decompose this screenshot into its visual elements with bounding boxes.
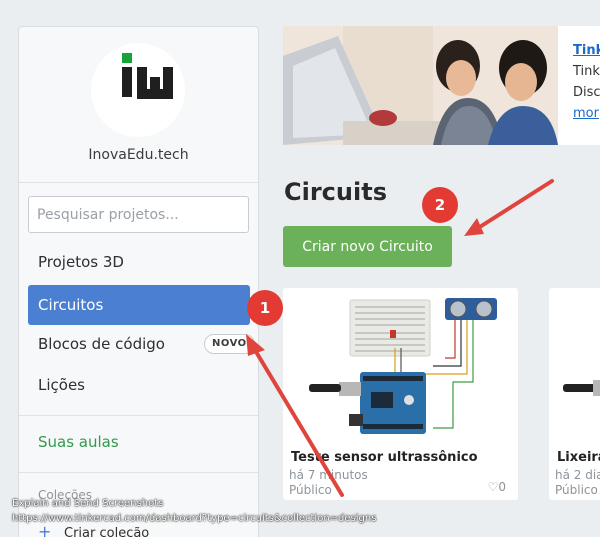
annotation-arrows xyxy=(246,179,554,497)
status-url: https://www.tinkercad.com/dashboard?type… xyxy=(12,513,377,524)
annotation-badge: 2 xyxy=(422,187,458,223)
annotation-badge: 1 xyxy=(247,290,283,326)
status-app-name: Explain and Send Screenshots xyxy=(12,498,164,509)
